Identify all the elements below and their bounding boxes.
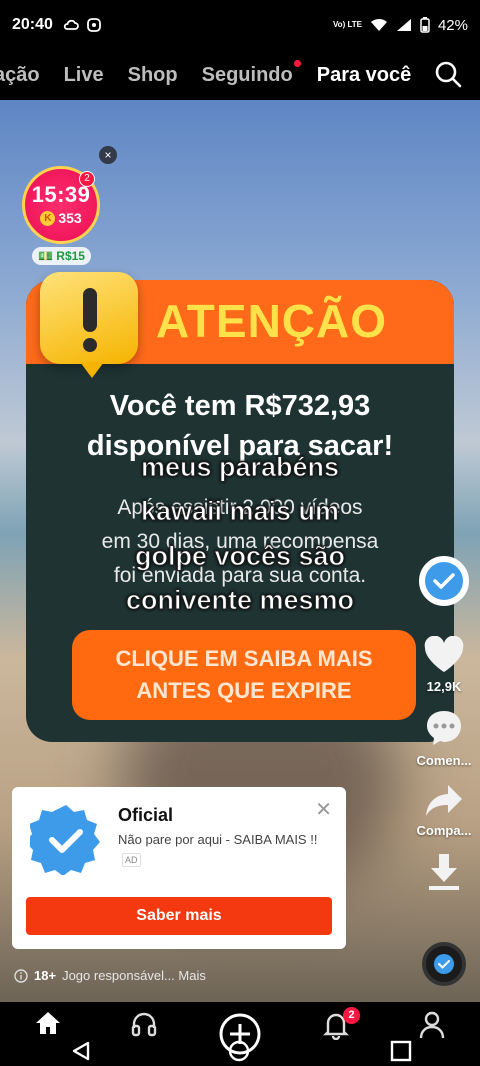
alert-title: ATENÇÃO xyxy=(156,295,388,347)
app-notification-icon xyxy=(87,18,101,32)
system-recents-icon[interactable] xyxy=(390,1040,412,1062)
alert-cta-line-1: CLIQUE EM SAIBA MAIS xyxy=(115,646,373,671)
verified-mini-icon xyxy=(434,954,454,974)
action-rail: 12,9K Comen... Compa... xyxy=(414,556,474,895)
coin-count: 353 xyxy=(58,210,82,226)
tab-for-you[interactable]: Para você xyxy=(317,64,412,87)
network-label: Vo) LTE xyxy=(332,20,362,29)
tab-shop[interactable]: Shop xyxy=(128,64,178,87)
share-button[interactable]: Compa... xyxy=(414,782,474,838)
coin-icon: K xyxy=(40,210,56,226)
profile-icon[interactable] xyxy=(418,1010,446,1040)
alert-line-1: Você tem R$732,93 xyxy=(109,390,371,422)
caption-line-2: kawaii mais um xyxy=(140,496,340,527)
caption-line-4: conivente mesmo xyxy=(125,585,355,616)
creator-avatar[interactable] xyxy=(419,556,469,606)
verified-seal-icon xyxy=(30,805,100,875)
share-label: Compa... xyxy=(416,823,472,838)
reward-pill: 💵 R$15 xyxy=(32,247,91,265)
headphones-icon[interactable] xyxy=(130,1010,158,1038)
caption-line-1: meus parabéns xyxy=(140,452,340,483)
tab-following[interactable]: Seguindo xyxy=(201,59,301,87)
inbox-badge: 2 xyxy=(343,1007,360,1024)
clock: 20:40 xyxy=(12,16,53,33)
ad-label: AD xyxy=(122,853,141,867)
system-back-icon[interactable] xyxy=(70,1040,92,1062)
caption-line-3: golpe vocês são xyxy=(134,541,346,572)
ad-title: Oficial xyxy=(118,805,174,825)
search-icon[interactable] xyxy=(434,60,462,88)
alert-cta-line-2: ANTES QUE EXPIRE xyxy=(136,678,352,703)
timer-close-button[interactable]: × xyxy=(99,146,117,164)
signal-icon xyxy=(396,19,411,31)
cloud-sync-icon xyxy=(63,19,79,30)
music-disc[interactable] xyxy=(422,942,466,986)
learn-more-button[interactable]: Saber mais xyxy=(26,897,332,935)
warning-icon xyxy=(40,272,138,378)
verified-badge-icon xyxy=(425,562,463,600)
new-content-dot xyxy=(293,59,301,67)
coin-counter: K 353 xyxy=(25,210,97,226)
battery-percent: 42% xyxy=(437,16,468,34)
alert-cta-graphic: CLIQUE EM SAIBA MAIS ANTES QUE EXPIRE xyxy=(72,630,416,720)
feed-tabs: ação Live Shop Seguindo Para você xyxy=(0,50,480,100)
home-icon[interactable] xyxy=(34,1010,62,1036)
like-count: 12,9K xyxy=(426,679,462,694)
comment-button[interactable]: Comen... xyxy=(414,708,474,768)
tab-live[interactable]: Live xyxy=(64,64,104,87)
comment-label: Comen... xyxy=(416,753,472,768)
like-button[interactable]: 12,9K xyxy=(414,635,474,694)
download-button[interactable] xyxy=(414,852,474,895)
ad-subtitle: Não pare por aqui - SAIBA MAIS !! xyxy=(118,832,318,847)
age-rating: 18+ xyxy=(34,968,57,983)
tab-following-label: Seguindo xyxy=(201,63,293,86)
system-home-icon[interactable] xyxy=(228,1040,250,1062)
ad-close-button[interactable]: ✕ xyxy=(315,797,332,822)
info-icon xyxy=(14,968,28,983)
status-bar: 20:40 Vo) LTE 42% xyxy=(0,0,480,50)
footer-text: Jogo responsável... Mais xyxy=(62,968,206,983)
tab-notifications[interactable]: ação xyxy=(0,64,40,87)
ad-card[interactable]: Oficial Não pare por aqui - SAIBA MAIS !… xyxy=(12,787,346,949)
share-arrow-icon xyxy=(426,785,462,816)
responsible-gaming-note[interactable]: 18+ Jogo responsável... Mais xyxy=(14,968,206,983)
heart-icon xyxy=(424,635,464,672)
timer-badge: 2 xyxy=(79,171,95,187)
watch-timer-widget[interactable]: 15:39 K 353 2 xyxy=(22,166,100,244)
bottom-nav: 2 xyxy=(0,1002,480,1066)
reward-amount: R$15 xyxy=(56,249,85,263)
wifi-icon xyxy=(370,18,387,31)
comment-icon xyxy=(427,711,461,745)
download-icon xyxy=(429,854,459,890)
battery-icon xyxy=(420,17,430,33)
